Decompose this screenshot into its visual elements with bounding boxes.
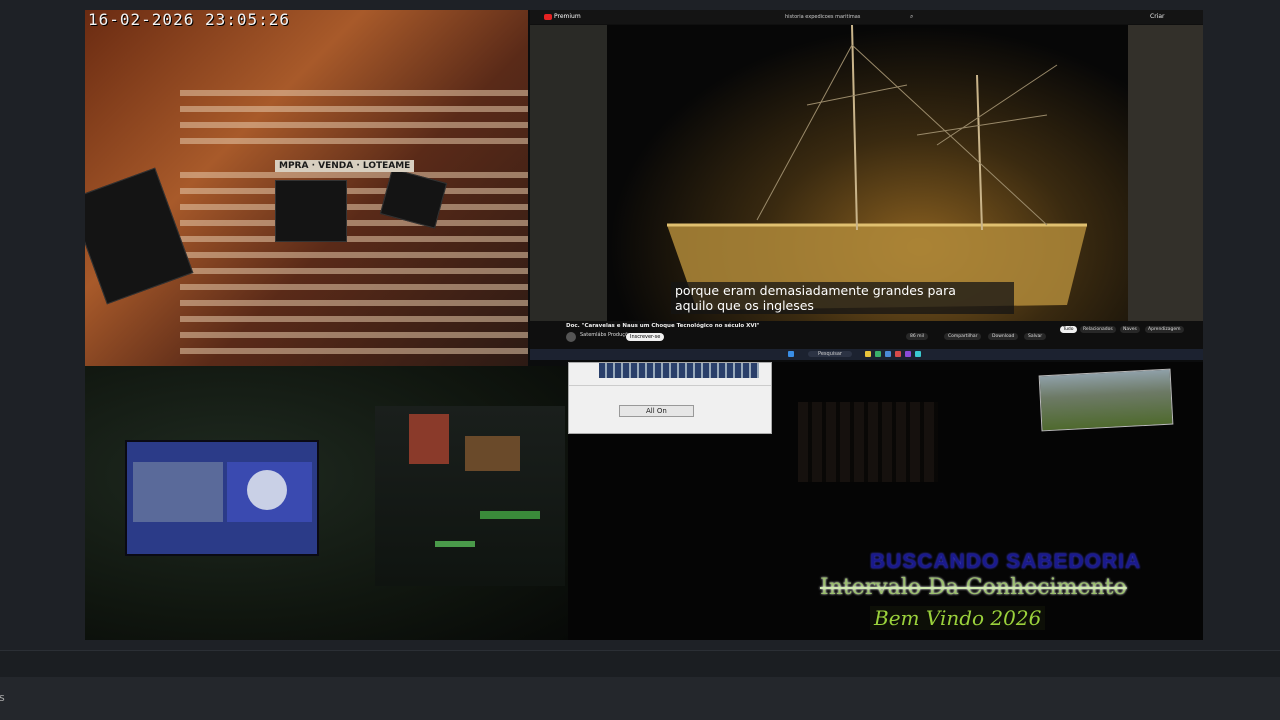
video-side-bar bbox=[530, 25, 607, 321]
video-mosaic: MPRA · VENDA · LOTEAME 16-02-2026 23:05:… bbox=[85, 10, 1203, 640]
save-button[interactable]: Salvar bbox=[1024, 333, 1047, 340]
youtube-logo-text: Premium bbox=[554, 13, 581, 20]
app-icon[interactable] bbox=[915, 351, 921, 357]
download-button[interactable]: Download bbox=[988, 333, 1019, 340]
overlay-subtitle: Intervalo Da Conhecimento bbox=[820, 575, 1127, 600]
studio-camera-feed bbox=[85, 366, 568, 640]
app-icon[interactable] bbox=[875, 351, 881, 357]
folder-icon[interactable] bbox=[865, 351, 871, 357]
windows-taskbar: Pesquisar bbox=[530, 349, 1203, 360]
search-icon[interactable]: ⌕ bbox=[910, 13, 913, 21]
youtube-logo[interactable]: Premium bbox=[544, 13, 581, 20]
youtube-play-icon bbox=[544, 13, 552, 20]
dialog-preview bbox=[599, 363, 759, 378]
monitor-screen bbox=[125, 440, 319, 556]
camera-timestamp: 16-02-2026 23:05:26 bbox=[88, 10, 291, 29]
overlay-welcome: Bem Vindo 2026 bbox=[870, 606, 1046, 630]
chip-learning[interactable]: Aprendizagem bbox=[1145, 326, 1184, 333]
channel-avatar[interactable] bbox=[566, 332, 576, 342]
ship-illustration bbox=[667, 25, 1087, 310]
subtitle-line: aquilo que os ingleses bbox=[675, 298, 814, 313]
youtube-topbar: Premium historia expedicoes maritimas ⌕ … bbox=[530, 10, 1203, 24]
window-shutter bbox=[798, 402, 938, 482]
start-icon[interactable] bbox=[788, 351, 794, 357]
app-icon[interactable] bbox=[895, 351, 901, 357]
production-monitors bbox=[375, 406, 565, 586]
footer-bar bbox=[0, 650, 1280, 677]
youtube-window: Premium historia expedicoes maritimas ⌕ … bbox=[530, 10, 1203, 360]
subtitle-line: porque eram demasiadamente grandes para bbox=[675, 283, 956, 298]
video-side-bar bbox=[1128, 25, 1203, 321]
dialog-window: All On bbox=[568, 362, 772, 434]
video-title: Doc. "Caravelas e Naus um Choque Tecnoló… bbox=[566, 323, 760, 329]
camera-object bbox=[85, 167, 194, 305]
store-sign: MPRA · VENDA · LOTEAME bbox=[275, 160, 415, 172]
taskbar-search[interactable]: Pesquisar bbox=[808, 351, 852, 357]
security-camera-feed: MPRA · VENDA · LOTEAME 16-02-2026 23:05:… bbox=[85, 10, 528, 366]
landscape-photo bbox=[1038, 368, 1174, 432]
video-player[interactable]: porque eram demasiadamente grandes para … bbox=[607, 25, 1128, 321]
subscribe-button[interactable]: Inscrever-se bbox=[626, 333, 665, 341]
footer-tab-label[interactable]: s bbox=[0, 691, 5, 704]
chip-all[interactable]: Tudo bbox=[1060, 326, 1077, 333]
youtube-search-input[interactable]: historia expedicoes maritimas bbox=[785, 14, 860, 20]
overlay-title: BUSCANDO SABEDORIA bbox=[870, 550, 1142, 573]
create-button[interactable]: Criar bbox=[1150, 13, 1164, 20]
video-subtitles: porque eram demasiadamente grandes para … bbox=[671, 282, 1014, 314]
bottom-bar: s bbox=[0, 677, 1280, 720]
share-button[interactable]: Compartilhar bbox=[944, 333, 982, 340]
chip-related[interactable]: Relacionados bbox=[1080, 326, 1116, 333]
like-button[interactable]: 86 mil bbox=[906, 333, 929, 340]
camera-object bbox=[275, 180, 347, 242]
app-icon[interactable] bbox=[905, 351, 911, 357]
browser-icon[interactable] bbox=[885, 351, 891, 357]
chip-naves[interactable]: Naves bbox=[1120, 326, 1140, 333]
all-on-button[interactable]: All On bbox=[619, 405, 694, 417]
